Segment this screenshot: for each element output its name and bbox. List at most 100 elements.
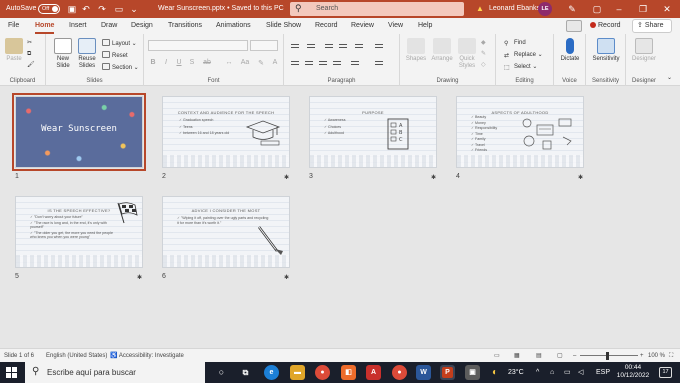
dictate-button[interactable]: Dictate <box>556 38 584 63</box>
increase-indent-icon[interactable] <box>338 42 348 50</box>
line-spacing-icon[interactable] <box>354 42 364 50</box>
slide-thumbnail-1[interactable]: Wear Sunscreen <box>12 93 146 171</box>
slide-thumbnail-4[interactable]: ASPECTS OF ADULTHOOD Beauty Money Respon… <box>456 96 584 168</box>
zoom-out-icon[interactable]: – <box>573 349 576 363</box>
shape-outline-icon[interactable]: ✎ <box>481 50 486 58</box>
present-from-start-icon[interactable]: ▭ <box>113 3 125 15</box>
redo-icon[interactable]: ↷ <box>96 3 108 15</box>
file-explorer-icon[interactable]: ▬ <box>290 365 305 380</box>
strikethrough-icon[interactable]: ab <box>202 59 212 66</box>
comments-button[interactable] <box>566 20 582 32</box>
new-slide-button[interactable]: New Slide <box>52 38 74 70</box>
tab-slide-show[interactable]: Slide Show <box>266 18 301 34</box>
zoom-slider[interactable] <box>580 355 638 356</box>
reuse-slides-button[interactable]: Reuse Slides <box>76 38 98 70</box>
zoom-in-icon[interactable]: + <box>640 349 644 363</box>
avatar[interactable]: LE <box>538 2 552 16</box>
warning-icon[interactable]: ▲ <box>475 4 485 14</box>
windows-start-icon[interactable] <box>6 367 17 378</box>
app-window-icon[interactable]: ▣ <box>465 365 480 380</box>
office-icon[interactable]: ◧ <box>341 365 356 380</box>
section-button[interactable]: Section ⌄ <box>102 63 139 72</box>
slide-thumbnail-3[interactable]: PURPOSE Awareness Choices Adulthood A B … <box>309 96 437 168</box>
replace-button[interactable]: ⇄ Replace ⌄ <box>504 51 543 59</box>
reading-view-icon[interactable]: ▤ <box>536 349 542 363</box>
zoom-level[interactable]: 100 % <box>648 349 665 363</box>
layout-button[interactable]: Layout ⌄ <box>102 39 137 48</box>
tab-insert[interactable]: Insert <box>69 18 87 34</box>
weather-icon[interactable]: ◐ <box>492 362 498 383</box>
highlight-icon[interactable]: ✎ <box>256 59 266 67</box>
battery-icon[interactable]: ▭ <box>564 362 571 383</box>
transition-star-icon[interactable]: ✱ <box>137 274 142 281</box>
tab-record[interactable]: Record <box>315 18 338 34</box>
designer-button[interactable]: Designer <box>628 38 660 63</box>
tab-design[interactable]: Design <box>131 18 153 34</box>
chrome-icon[interactable]: ● <box>315 365 330 380</box>
transition-star-icon[interactable]: ✱ <box>431 174 436 181</box>
change-case-icon[interactable]: Aa <box>240 59 250 66</box>
text-direction-icon[interactable] <box>374 42 384 50</box>
accessibility-status[interactable]: ♿ Accessibility: Investigate <box>110 349 184 363</box>
save-icon[interactable]: ▣ <box>66 3 78 15</box>
align-center-icon[interactable] <box>304 59 314 67</box>
numbering-icon[interactable] <box>306 42 316 50</box>
font-size-box[interactable] <box>250 40 278 51</box>
task-view-icon[interactable]: ⧉ <box>238 365 253 380</box>
taskbar-search[interactable]: ⚲ Escribe aquí para buscar <box>25 362 205 383</box>
language-status[interactable]: English (United States) <box>46 349 107 363</box>
chrome-profile-icon[interactable]: ● <box>392 365 407 380</box>
select-button[interactable]: ⬚ Select ⌄ <box>504 63 537 71</box>
slide-sorter-view-icon[interactable]: ▦ <box>514 349 520 363</box>
undo-icon[interactable]: ↶ <box>80 3 92 15</box>
tab-review[interactable]: Review <box>351 18 374 34</box>
find-button[interactable]: ⚲ Find <box>504 39 526 47</box>
copy-icon[interactable]: ⧉ <box>27 50 31 58</box>
user-name[interactable]: Leonard Ebanks <box>489 0 540 18</box>
notifications-badge[interactable]: 17 <box>659 367 672 378</box>
collapse-ribbon-icon[interactable]: ⌄ <box>667 74 672 82</box>
word-icon[interactable]: W <box>416 365 431 380</box>
autosave-toggle[interactable]: Off <box>38 4 60 14</box>
slide-thumbnail-2[interactable]: CONTEXT AND AUDIENCE FOR THE SPEECH Grad… <box>162 96 290 168</box>
shadow-icon[interactable]: S <box>187 59 197 66</box>
shape-fill-icon[interactable]: ◆ <box>481 39 486 47</box>
tab-transitions[interactable]: Transitions <box>168 18 202 34</box>
format-painter-icon[interactable]: 🖌 <box>27 61 35 69</box>
tab-help[interactable]: Help <box>418 18 432 34</box>
ribbon-display-icon[interactable]: ▢ <box>586 0 608 18</box>
minimize-icon[interactable]: – <box>608 0 630 18</box>
slide-thumbnail-6[interactable]: ADVICE I CONSIDER THE MOST "Wiping it of… <box>162 196 290 268</box>
transition-star-icon[interactable]: ✱ <box>284 174 289 181</box>
search-box[interactable]: ⚲ Search <box>290 2 464 16</box>
shape-effects-icon[interactable]: ◇ <box>481 61 486 69</box>
underline-icon[interactable]: U <box>174 59 184 66</box>
zoom-slider-thumb[interactable] <box>606 352 609 360</box>
taskbar-clock[interactable]: 00:44 10/12/2022 <box>614 364 652 380</box>
input-language[interactable]: ESP <box>596 362 610 383</box>
normal-view-icon[interactable]: ▭ <box>494 349 500 363</box>
align-left-icon[interactable] <box>290 59 300 67</box>
slide-thumbnail-5[interactable]: IS THE SPEECH EFFECTIVE? "Don't worry ab… <box>15 196 143 268</box>
slideshow-view-icon[interactable]: ▢ <box>557 349 563 363</box>
transition-star-icon[interactable]: ✱ <box>578 174 583 181</box>
align-right-icon[interactable] <box>318 59 328 67</box>
columns-icon[interactable] <box>350 59 360 67</box>
document-title[interactable]: Wear Sunscreen.pptx • Saved to this PC <box>158 0 284 18</box>
acrobat-icon[interactable]: A <box>366 365 381 380</box>
share-button[interactable]: ⇪ Share ⌄ <box>632 19 672 41</box>
decrease-indent-icon[interactable] <box>324 42 334 50</box>
paste-button[interactable]: Paste <box>4 38 24 63</box>
char-spacing-icon[interactable]: ↔ <box>224 59 234 66</box>
transition-star-icon[interactable]: ✱ <box>284 274 289 281</box>
weather-temp[interactable]: 23°C <box>508 362 524 383</box>
font-color-icon[interactable]: A <box>270 59 280 66</box>
italic-icon[interactable]: I <box>161 59 171 66</box>
sensitivity-button[interactable]: Sensitivity <box>588 38 624 63</box>
edge-icon[interactable]: e <box>264 365 279 380</box>
cortana-icon[interactable]: ○ <box>214 365 229 380</box>
shapes-button[interactable]: Shapes <box>404 38 428 63</box>
close-icon[interactable]: ✕ <box>656 0 678 18</box>
tab-home[interactable]: Home <box>35 18 55 34</box>
tab-draw[interactable]: Draw <box>101 18 117 34</box>
